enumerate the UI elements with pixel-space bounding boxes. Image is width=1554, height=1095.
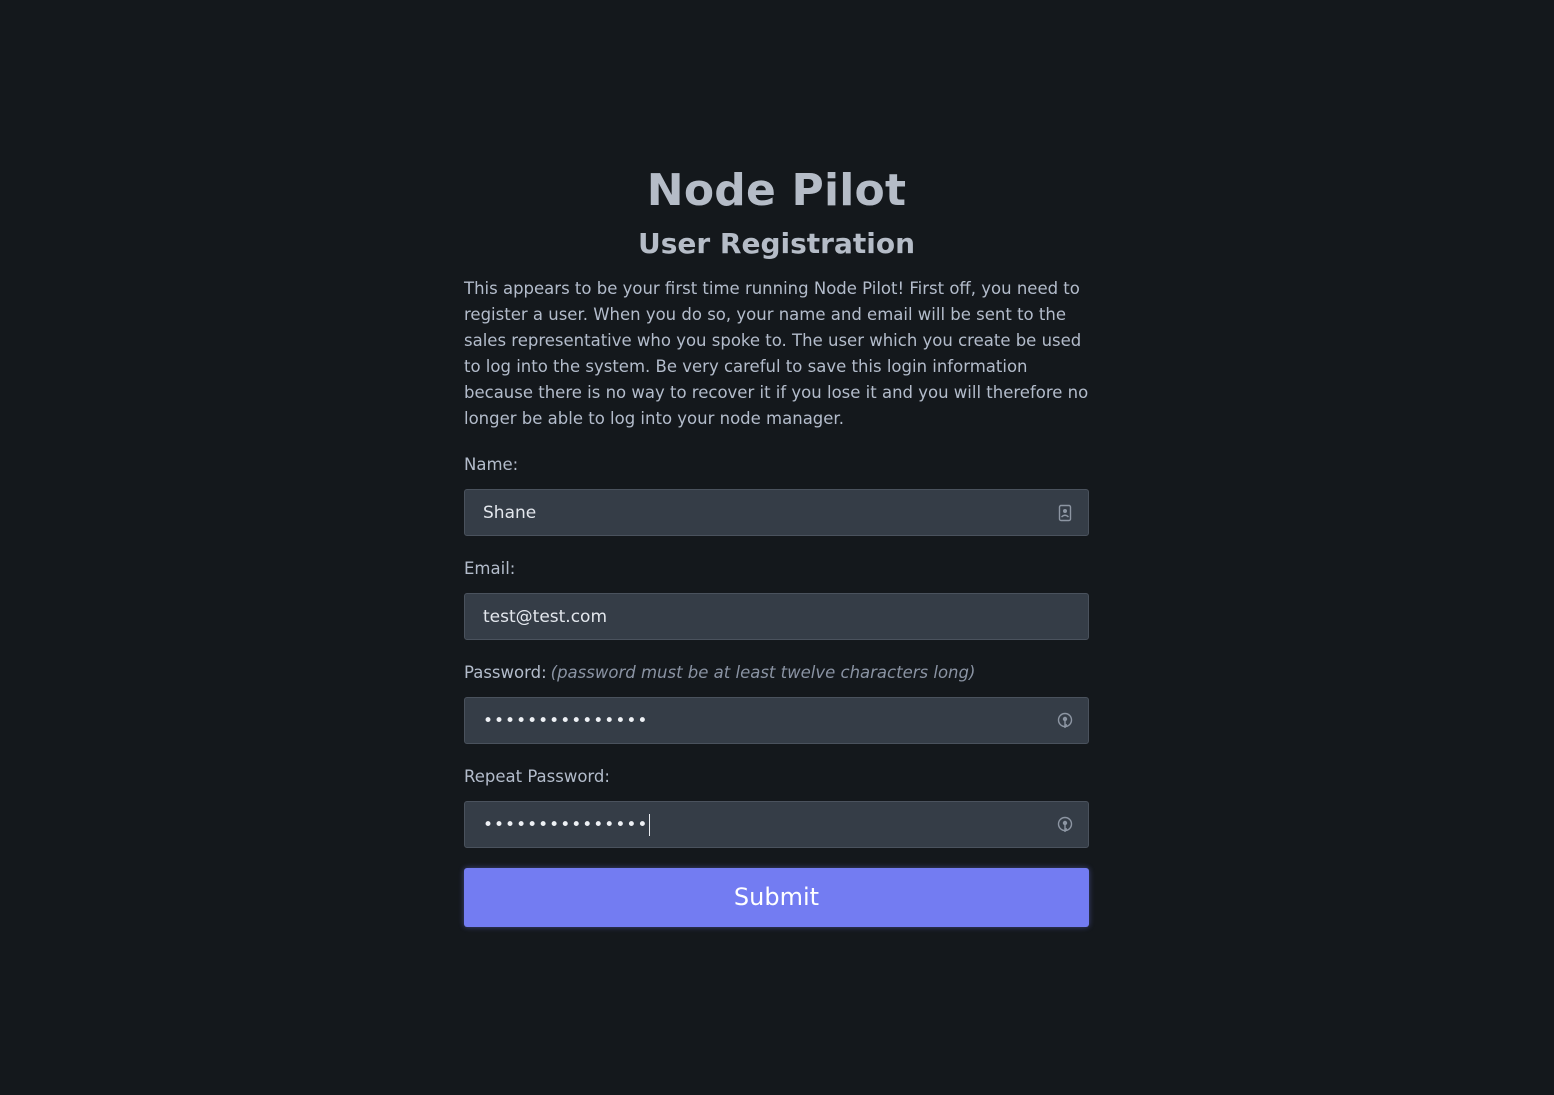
password-field-group: Password: (password must be at least twel…	[464, 660, 1089, 744]
name-input[interactable]: Shane	[464, 489, 1089, 536]
password-input[interactable]: •••••••••••••••	[464, 697, 1089, 744]
repeat-password-field-group: Repeat Password: •••••••••••••••	[464, 764, 1089, 848]
password-label-text: Password:	[464, 663, 547, 682]
repeat-password-dots: •••••••••••••••	[483, 814, 649, 835]
page-title: User Registration	[637, 227, 916, 260]
text-caret	[649, 813, 651, 836]
password-label: Password: (password must be at least twel…	[464, 660, 1089, 686]
app-title: Node Pilot	[646, 165, 907, 216]
password-hint: (password must be at least twelve charac…	[550, 663, 976, 682]
password-key-icon[interactable]	[1056, 712, 1074, 730]
repeat-password-input[interactable]: •••••••••••••••	[464, 801, 1089, 848]
email-input-value: test@test.com	[483, 606, 608, 627]
password-input-value: •••••••••••••••	[483, 710, 649, 731]
email-field-group: Email: test@test.com	[464, 556, 1089, 640]
registration-form: Node Pilot User Registration This appear…	[464, 164, 1089, 927]
name-field-group: Name: Shane	[464, 452, 1089, 536]
email-label: Email:	[464, 559, 516, 578]
name-input-value: Shane	[483, 502, 537, 523]
password-key-icon[interactable]	[1056, 816, 1074, 834]
intro-text: This appears to be your first time runni…	[464, 279, 1089, 428]
submit-button[interactable]: Submit	[464, 868, 1089, 927]
repeat-password-label: Repeat Password:	[464, 767, 610, 786]
contact-card-icon[interactable]	[1056, 504, 1074, 522]
email-input[interactable]: test@test.com	[464, 593, 1089, 640]
repeat-password-input-value: •••••••••••••••	[483, 813, 1070, 836]
registration-page: Node Pilot User Registration This appear…	[0, 0, 1554, 1095]
name-label: Name:	[464, 455, 519, 474]
